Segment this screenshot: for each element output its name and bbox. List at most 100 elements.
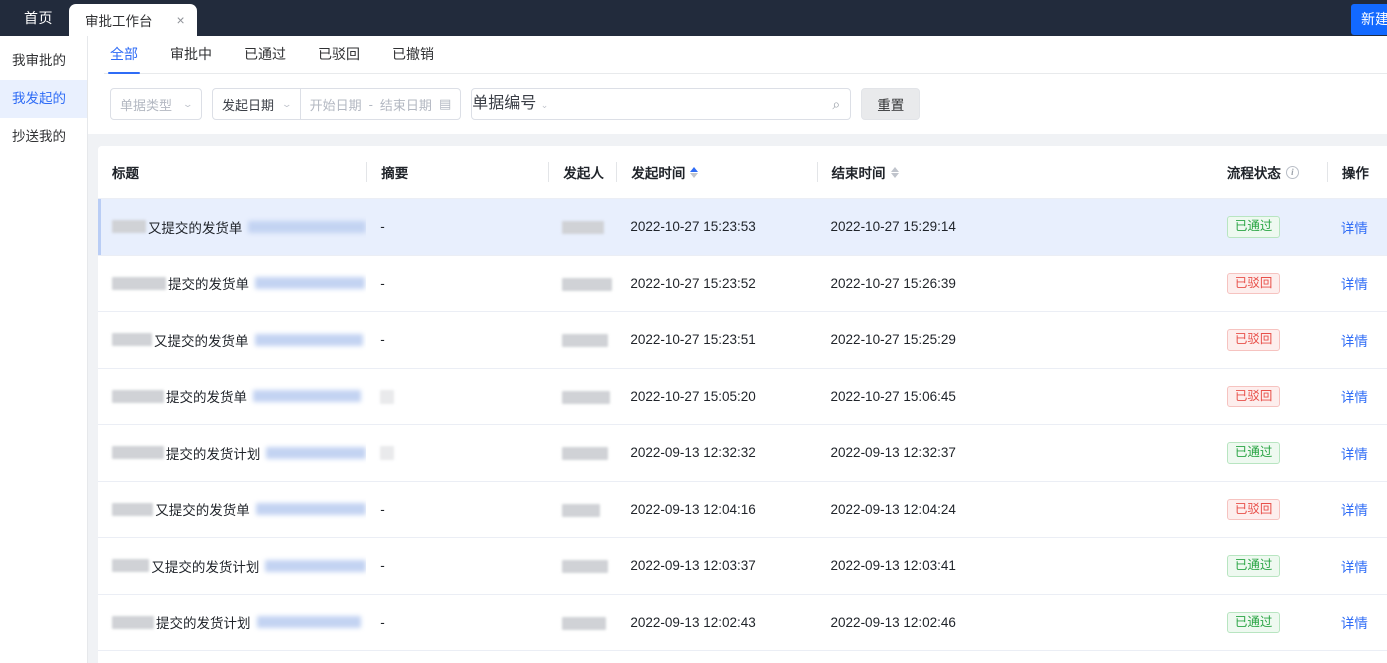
row-start-time: 2022-09-13 12:04:16 [630, 501, 756, 517]
redacted-doc-number [255, 503, 367, 516]
cell-title[interactable]: 提交的发货计划 [98, 594, 367, 651]
tab-withdrawn[interactable]: 已撤销 [392, 44, 434, 73]
cell-initiator [548, 255, 617, 312]
sort-icon-end-time[interactable] [890, 166, 899, 178]
row-title-text: 提交的发货计划 [156, 616, 251, 632]
doc-type-select[interactable]: 单据类型 ⌄ [110, 88, 202, 120]
row-start-time: 2022-10-27 15:23:51 [630, 332, 756, 348]
column-header-start-time[interactable]: 发起时间 [616, 146, 817, 199]
redacted-name [112, 502, 154, 516]
cell-start-time: 2022-10-27 15:23:52 [616, 255, 817, 312]
cell-end-time: 2022-10-27 15:06:45 [816, 368, 1017, 425]
cell-initiator [548, 368, 617, 425]
cell-title[interactable]: 提交的发货计划 [98, 424, 367, 482]
cell-action: 详情 [1326, 255, 1387, 312]
row-title-text: 提交的发货单 [166, 390, 247, 406]
doc-type-select-label: 单据类型 [120, 97, 173, 113]
tab-all[interactable]: 全部 [108, 44, 140, 74]
cell-title[interactable]: 又提交的发货单 [98, 198, 367, 256]
table-row[interactable]: 又提交的发货单 - 2022-10-27 15:23:51 2022-10-27… [98, 311, 1387, 369]
cell-end-time: 2022-09-13 12:32:37 [816, 424, 1017, 482]
cell-initiator [548, 311, 617, 369]
row-title-text: 又提交的发货单 [147, 220, 243, 236]
table-row[interactable]: 提交的发货单 - 2022-10-27 15:23:52 2022-10-27 … [98, 255, 1387, 312]
cell-title[interactable]: 又提交的发货单 [98, 311, 367, 369]
details-link[interactable]: 详情 [1341, 447, 1368, 462]
calendar-icon[interactable]: ▤ [439, 96, 451, 112]
cell-status: 已通过 [1226, 198, 1327, 256]
cell-spacer [1016, 198, 1227, 256]
row-summary: - [380, 275, 385, 291]
table-row[interactable]: 又提交的发货单 - 2022-10-27 15:23:53 2022-10-27… [98, 198, 1387, 256]
table-row[interactable]: 又提交的发货计划 - 2022-09-13 12:03:37 2022-09-1… [98, 537, 1387, 595]
cell-title[interactable]: 又提交的发货计划 [98, 537, 367, 595]
search-icon[interactable]: ⌕ [832, 89, 850, 119]
tab-approval-workbench[interactable]: 审批工作台 × [69, 4, 197, 36]
search-filter-group: 单据编号 ⌄ ⌕ [471, 88, 852, 120]
column-header-status[interactable]: 流程状态 i [1226, 146, 1327, 199]
cell-title[interactable]: 提交的发货单 [98, 368, 367, 425]
cell-summary: - [366, 311, 549, 369]
tab-approved[interactable]: 已通过 [244, 44, 286, 73]
row-summary: - [380, 501, 385, 517]
column-header-end-time[interactable]: 结束时间 [816, 146, 1017, 199]
sidebar-item-my-approvals[interactable]: 我审批的 [0, 42, 87, 80]
column-header-initiator[interactable]: 发起人 [548, 146, 617, 199]
details-link[interactable]: 详情 [1341, 221, 1368, 236]
date-field-select-label: 发起日期 [222, 97, 275, 113]
row-summary: - [380, 332, 385, 348]
details-link[interactable]: 详情 [1341, 503, 1368, 518]
tab-home[interactable]: 首页 [8, 0, 69, 36]
row-end-time: 2022-09-13 12:02:46 [830, 614, 956, 630]
cell-summary: - [366, 255, 549, 312]
reset-button[interactable]: 重置 [861, 88, 921, 120]
sort-icon-start-time[interactable] [690, 166, 699, 178]
details-link[interactable]: 详情 [1341, 616, 1368, 631]
cell-end-time: 2022-10-27 15:29:14 [816, 198, 1017, 256]
table-header-row: 标题 摘要 发起人 发起时间 结束时间 流程状态 i 操作 [98, 146, 1387, 199]
sidebar-item-my-initiated[interactable]: 我发起的 [0, 80, 87, 118]
cell-spacer [1016, 594, 1227, 651]
cell-action: 详情 [1326, 198, 1387, 256]
row-title: 又提交的发货单 [112, 330, 366, 350]
cell-end-time: 2022-09-13 12:02:46 [816, 594, 1017, 651]
cell-action: 详情 [1326, 481, 1387, 538]
cell-summary: - [366, 537, 549, 595]
details-link[interactable]: 详情 [1341, 390, 1368, 405]
new-button[interactable]: 新建 [1351, 4, 1387, 35]
cell-title[interactable]: 提交的发货单 [98, 255, 367, 312]
cell-title[interactable]: 又提交的发货单 [98, 481, 367, 538]
table-row[interactable]: 提交的发货单 2022-10-27 15:05:20 2022-10-27 15… [98, 368, 1387, 425]
row-summary: - [380, 614, 385, 630]
column-header-summary[interactable]: 摘要 [366, 146, 549, 199]
close-icon[interactable]: × [177, 13, 185, 27]
details-link[interactable]: 详情 [1341, 334, 1368, 349]
sidebar-item-cc-to-me[interactable]: 抄送我的 [0, 118, 87, 156]
table-row[interactable]: 提交的发货计划 2022-09-13 12:32:32 2022-09-13 1… [98, 424, 1387, 482]
row-title-text: 提交的发货计划 [165, 446, 261, 462]
cell-action: 详情 [1326, 368, 1387, 425]
cell-title[interactable]: 提交的发货计划 [98, 650, 367, 663]
date-range-input[interactable]: 开始日期 - 结束日期 ▤ [301, 89, 461, 119]
info-icon[interactable]: i [1285, 165, 1299, 179]
redacted-initiator [562, 503, 601, 517]
table-row[interactable]: 提交的发货计划 - 2022-09-13 12:00:38 2022-09-13… [98, 650, 1387, 663]
row-title-text: 又提交的发货单 [155, 503, 250, 519]
search-input[interactable] [548, 89, 833, 119]
tab-rejected[interactable]: 已驳回 [318, 44, 360, 73]
cell-summary: - [366, 594, 549, 651]
tab-in-approval[interactable]: 审批中 [170, 44, 212, 73]
date-field-select[interactable]: 发起日期 ⌄ [213, 89, 300, 119]
table-row[interactable]: 又提交的发货单 - 2022-09-13 12:04:16 2022-09-13… [98, 481, 1387, 538]
doc-number-select[interactable]: 单据编号 ⌄ [472, 89, 548, 119]
details-link[interactable]: 详情 [1341, 277, 1368, 292]
cell-summary: - [366, 198, 549, 256]
column-header-title[interactable]: 标题 [98, 146, 367, 199]
date-range-end-placeholder: 结束日期 [379, 97, 432, 113]
row-end-time: 2022-10-27 15:26:39 [830, 275, 956, 291]
details-link[interactable]: 详情 [1341, 560, 1368, 575]
table-row[interactable]: 提交的发货计划 - 2022-09-13 12:02:43 2022-09-13… [98, 594, 1387, 651]
cell-initiator [548, 198, 617, 256]
row-title: 提交的发货计划 [112, 443, 367, 463]
column-header-start-time-label: 发起时间 [631, 166, 686, 181]
